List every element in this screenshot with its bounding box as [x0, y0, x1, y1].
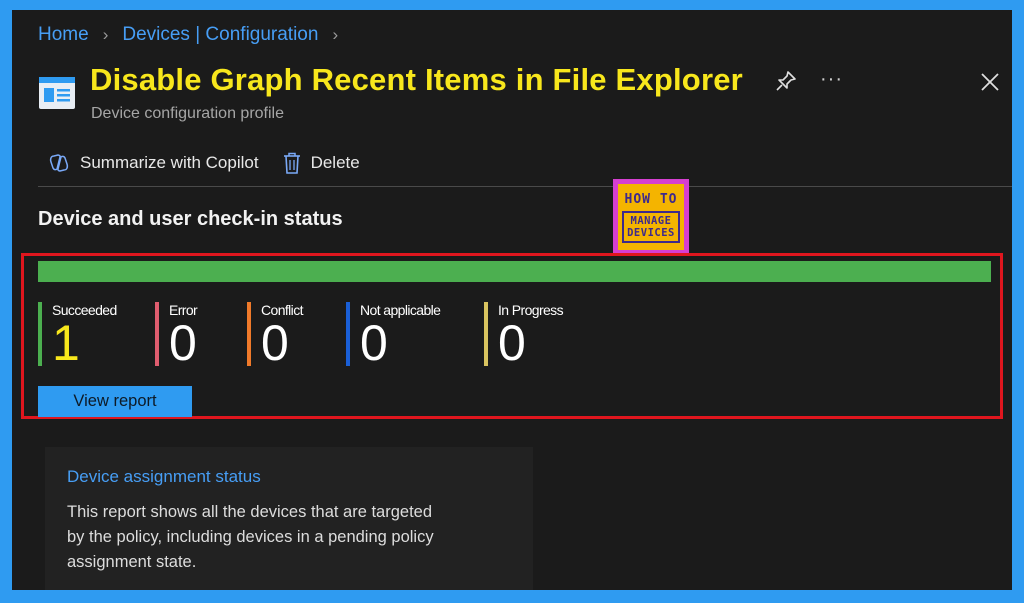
divider: [38, 186, 1012, 187]
stat-conflict[interactable]: Conflict 0: [247, 302, 303, 371]
logo-inner: HOW TO MANAGE DEVICES: [618, 184, 684, 250]
copilot-icon: [49, 154, 69, 172]
stat-value: 0: [261, 315, 289, 371]
summarize-with-copilot-label: Summarize with Copilot: [80, 153, 259, 172]
stat-value: 0: [360, 315, 388, 371]
stat-value: 1: [52, 315, 80, 371]
stat-succeeded[interactable]: Succeeded 1: [38, 302, 117, 371]
breadcrumb: Home › Devices | Configuration ›: [38, 24, 352, 46]
close-icon[interactable]: [980, 72, 1000, 92]
stat-error[interactable]: Error 0: [155, 302, 198, 371]
chevron-right-icon: ›: [102, 25, 109, 44]
delete-button[interactable]: Delete: [283, 152, 360, 174]
breadcrumb-home[interactable]: Home: [38, 24, 89, 46]
device-assignment-status-link[interactable]: Device assignment status: [67, 467, 261, 487]
device-assignment-status-card: Device assignment status This report sho…: [45, 447, 533, 590]
more-icon[interactable]: ···: [820, 68, 843, 91]
stat-value: 0: [498, 315, 526, 371]
section-title: Device and user check-in status: [38, 208, 343, 230]
logo-text-top: HOW TO: [624, 191, 678, 207]
chevron-right-icon: ›: [332, 25, 339, 44]
summarize-with-copilot-button[interactable]: Summarize with Copilot: [48, 153, 259, 173]
stat-value: 0: [169, 315, 197, 371]
page-subtitle: Device configuration profile: [91, 105, 284, 122]
how-to-manage-devices-logo: HOW TO MANAGE DEVICES: [613, 179, 689, 255]
view-report-button[interactable]: View report: [38, 386, 192, 417]
trash-icon: [283, 152, 300, 174]
card-description: This report shows all the devices that a…: [67, 503, 434, 571]
page-title: Disable Graph Recent Items in File Explo…: [90, 62, 743, 97]
logo-text-line2: DEVICES: [627, 226, 675, 239]
command-bar: Summarize with Copilot Delete: [48, 152, 384, 174]
check-in-progress-bar: [38, 261, 991, 282]
pin-icon[interactable]: [775, 70, 797, 92]
stat-not-applicable[interactable]: Not applicable 0: [346, 302, 441, 371]
logo-text-line1: MANAGE: [630, 214, 672, 227]
stat-in-progress[interactable]: In Progress 0: [484, 302, 564, 371]
logo-box: MANAGE DEVICES: [622, 210, 680, 243]
profile-icon: [39, 77, 75, 109]
breadcrumb-devices-configuration[interactable]: Devices | Configuration: [122, 24, 318, 46]
delete-label: Delete: [310, 153, 360, 172]
blade-panel: Home › Devices | Configuration › Disable…: [12, 10, 1012, 590]
